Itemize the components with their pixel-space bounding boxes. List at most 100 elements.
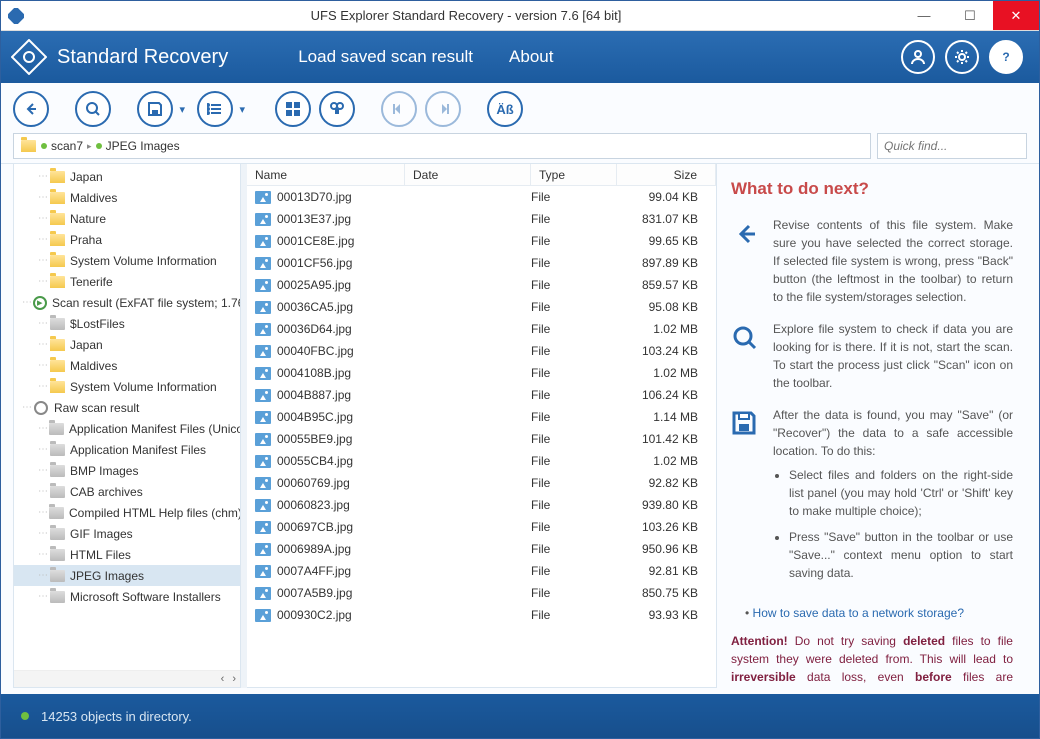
image-icon	[255, 301, 271, 314]
file-row[interactable]: 00055CB4.jpgFile1.02 MB	[247, 450, 716, 472]
statusbar: 14253 objects in directory.	[1, 694, 1039, 738]
file-row[interactable]: 0007A4FF.jpgFile92.81 KB	[247, 560, 716, 582]
find-button[interactable]	[319, 91, 355, 127]
attention-text: Attention! Do not try saving deleted fil…	[731, 632, 1013, 689]
settings-icon[interactable]	[945, 40, 979, 74]
help-icon[interactable]: ?	[989, 40, 1023, 74]
file-row[interactable]: 0004108B.jpgFile1.02 MB	[247, 362, 716, 384]
file-row[interactable]: 00055BE9.jpgFile101.42 KB	[247, 428, 716, 450]
image-icon	[255, 191, 271, 204]
image-icon	[255, 565, 271, 578]
status-text: 14253 objects in directory.	[41, 709, 192, 724]
file-row[interactable]: 00040FBC.jpgFile103.24 KB	[247, 340, 716, 362]
tree-item[interactable]: ⋯JPEG Images	[14, 565, 240, 586]
tree-item[interactable]: ⋯Praha	[14, 229, 240, 250]
col-name[interactable]: Name	[247, 164, 405, 185]
image-icon	[255, 521, 271, 534]
tree-item[interactable]: ⋯Application Manifest Files	[14, 439, 240, 460]
tree-item[interactable]: ⋯HTML Files	[14, 544, 240, 565]
back-arrow-icon	[731, 216, 761, 306]
tree-item[interactable]: ⋯BMP Images	[14, 460, 240, 481]
help-pane: What to do next? Revise contents of this…	[717, 164, 1027, 688]
window-title: UFS Explorer Standard Recovery - version…	[31, 8, 901, 23]
image-icon	[255, 389, 271, 402]
col-type[interactable]: Type	[531, 164, 617, 185]
help-para-2: Explore file system to check if data you…	[773, 320, 1013, 392]
menu-load-scan[interactable]: Load saved scan result	[298, 47, 473, 67]
text-encoding-button[interactable]: Äß	[487, 91, 523, 127]
col-date[interactable]: Date	[405, 164, 531, 185]
save-icon	[731, 406, 761, 590]
scan-button[interactable]	[75, 91, 111, 127]
breadcrumb-item[interactable]: JPEG Images	[106, 139, 180, 153]
tree-item[interactable]: ⋯CAB archives	[14, 481, 240, 502]
tree-item[interactable]: ⋯System Volume Information	[14, 250, 240, 271]
file-row[interactable]: 0004B887.jpgFile106.24 KB	[247, 384, 716, 406]
image-icon	[255, 345, 271, 358]
brand-logo: Standard Recovery	[11, 39, 228, 75]
image-icon	[255, 433, 271, 446]
tree-item[interactable]: ⋯Scan result (ExFAT file system; 1.76 GB…	[14, 292, 240, 313]
tree-item[interactable]: ⋯Maldives	[14, 355, 240, 376]
file-row[interactable]: 0004B95C.jpgFile1.14 MB	[247, 406, 716, 428]
prev-button[interactable]	[381, 91, 417, 127]
file-row[interactable]: 00025A95.jpgFile859.57 KB	[247, 274, 716, 296]
file-row[interactable]: 00036CA5.jpgFile95.08 KB	[247, 296, 716, 318]
help-para-3: After the data is found, you may "Save" …	[773, 406, 1013, 460]
image-icon	[255, 279, 271, 292]
horizontal-scrollbar[interactable]: ‹›	[14, 670, 240, 687]
status-dot-icon	[21, 712, 29, 720]
tree-item[interactable]: ⋯Application Manifest Files (Unicode)	[14, 418, 240, 439]
file-row[interactable]: 000930C2.jpgFile93.93 KB	[247, 604, 716, 626]
file-row[interactable]: 0001CF56.jpgFile897.89 KB	[247, 252, 716, 274]
tree-item[interactable]: ⋯Japan	[14, 166, 240, 187]
image-icon	[255, 235, 271, 248]
breadcrumb-item[interactable]: scan7	[51, 139, 83, 153]
back-button[interactable]	[13, 91, 49, 127]
col-size[interactable]: Size	[617, 164, 716, 185]
file-row[interactable]: 0006989A.jpgFile950.96 KB	[247, 538, 716, 560]
minimize-button[interactable]: —	[901, 1, 947, 30]
image-icon	[255, 411, 271, 424]
close-button[interactable]: ✕	[993, 1, 1039, 30]
file-row[interactable]: 0001CE8E.jpgFile99.65 KB	[247, 230, 716, 252]
file-row[interactable]: 00013D70.jpgFile99.04 KB	[247, 186, 716, 208]
list-view-button[interactable]	[197, 91, 233, 127]
grid-view-button[interactable]	[275, 91, 311, 127]
quickfind-input[interactable]	[878, 139, 1040, 153]
tree-item[interactable]: ⋯Raw scan result	[14, 397, 240, 418]
tree-pane: ⋯Japan⋯Maldives⋯Nature⋯Praha⋯System Volu…	[13, 164, 241, 688]
file-row[interactable]: 00060823.jpgFile939.80 KB	[247, 494, 716, 516]
image-icon	[255, 477, 271, 490]
tree-item[interactable]: ⋯Japan	[14, 334, 240, 355]
breadcrumb[interactable]: scan7 ▸ JPEG Images	[13, 133, 871, 159]
tree-item[interactable]: ⋯GIF Images	[14, 523, 240, 544]
maximize-button[interactable]: ☐	[947, 1, 993, 30]
help-li-1: Select files and folders on the right-si…	[789, 466, 1013, 520]
image-icon	[255, 455, 271, 468]
file-header: Name Date Type Size	[247, 164, 716, 186]
tree-item[interactable]: ⋯Nature	[14, 208, 240, 229]
app-icon	[1, 8, 31, 24]
user-icon[interactable]	[901, 40, 935, 74]
tree-item[interactable]: ⋯$LostFiles	[14, 313, 240, 334]
menu-about[interactable]: About	[509, 47, 553, 67]
tree-item[interactable]: ⋯System Volume Information	[14, 376, 240, 397]
file-row[interactable]: 00036D64.jpgFile1.02 MB	[247, 318, 716, 340]
help-para-1: Revise contents of this file system. Mak…	[773, 216, 1013, 306]
tree-item[interactable]: ⋯Microsoft Software Installers	[14, 586, 240, 607]
tree-item[interactable]: ⋯Compiled HTML Help files (chm)	[14, 502, 240, 523]
titlebar: UFS Explorer Standard Recovery - version…	[1, 1, 1039, 31]
help-li-2: Press "Save" button in the toolbar or us…	[789, 528, 1013, 582]
file-row[interactable]: 000697CB.jpgFile103.26 KB	[247, 516, 716, 538]
file-row[interactable]: 00060769.jpgFile92.82 KB	[247, 472, 716, 494]
help-title: What to do next?	[731, 176, 1013, 202]
file-row[interactable]: 00013E37.jpgFile831.07 KB	[247, 208, 716, 230]
tree-item[interactable]: ⋯Maldives	[14, 187, 240, 208]
file-row[interactable]: 0007A5B9.jpgFile850.75 KB	[247, 582, 716, 604]
save-button[interactable]	[137, 91, 173, 127]
help-link[interactable]: How to save data to a network storage?	[753, 606, 964, 620]
tree-item[interactable]: ⋯Tenerife	[14, 271, 240, 292]
image-icon	[255, 587, 271, 600]
next-button[interactable]	[425, 91, 461, 127]
